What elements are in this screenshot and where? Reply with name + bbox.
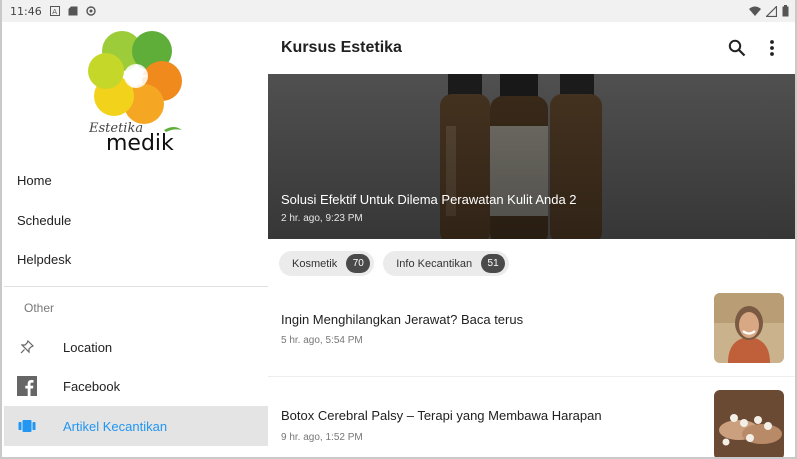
drawer-item-schedule[interactable]: Schedule	[4, 200, 268, 240]
status-right	[749, 5, 789, 17]
featured-meta: 2 hr. ago, 9:23 PM	[281, 213, 363, 224]
chip-kosmetik[interactable]: Kosmetik 70	[279, 251, 375, 276]
article-meta: 9 hr. ago, 1:52 PM	[281, 432, 363, 443]
svg-text:A: A	[52, 8, 57, 16]
category-chips: Kosmetik 70 Info Kecantikan 51	[279, 251, 510, 276]
pin-icon	[17, 337, 37, 357]
chip-info-kecantikan[interactable]: Info Kecantikan 51	[383, 251, 510, 276]
chip-label: Kosmetik	[292, 257, 338, 270]
drawer-section-label: Other	[24, 301, 55, 315]
status-time: 11:46	[10, 4, 42, 18]
article-title: Ingin Menghilangkan Jerawat? Baca terus	[281, 312, 524, 327]
app-window: 11:46 A Estetika medik Home Schedule Hel…	[0, 0, 797, 459]
drawer-item-label: Artikel Kecantikan	[63, 418, 168, 434]
article-thumbnail	[714, 390, 784, 457]
battery-icon	[782, 5, 789, 17]
wifi-icon	[749, 6, 761, 16]
drawer-item-label: Home	[17, 172, 52, 188]
sync-icon	[86, 6, 96, 16]
article-icon	[17, 416, 37, 436]
article-item[interactable]: Ingin Menghilangkan Jerawat? Baca terus …	[268, 290, 795, 376]
featured-title: Solusi Efektif Untuk Dilema Perawatan Ku…	[281, 192, 577, 207]
drawer-item-home[interactable]: Home	[4, 160, 268, 200]
article-title: Botox Cerebral Palsy – Terapi yang Memba…	[281, 408, 602, 423]
chip-count: 51	[481, 254, 506, 273]
sd-card-icon	[68, 6, 78, 16]
main-content: Kursus Estetika Solusi Efektif Untuk Dil…	[268, 22, 795, 457]
list-divider	[268, 376, 795, 377]
drawer-item-artikel-kecantikan[interactable]: Artikel Kecantikan	[4, 406, 268, 446]
drawer-divider	[4, 286, 268, 287]
search-icon[interactable]	[725, 36, 749, 60]
app-bar: Kursus Estetika	[268, 22, 795, 74]
drawer-item-facebook[interactable]: Facebook	[4, 366, 268, 406]
drawer-item-label: Location	[63, 339, 113, 355]
status-bar: 11:46 A	[2, 0, 795, 22]
article-thumbnail	[714, 293, 784, 363]
article-item[interactable]: Botox Cerebral Palsy – Terapi yang Memba…	[268, 386, 795, 457]
drawer-item-helpdesk[interactable]: Helpdesk	[4, 239, 268, 279]
drawer-item-location[interactable]: Location	[4, 327, 268, 367]
article-meta: 5 hr. ago, 5:54 PM	[281, 335, 363, 346]
featured-article[interactable]: Solusi Efektif Untuk Dilema Perawatan Ku…	[268, 74, 795, 239]
svg-text:medik: medik	[106, 131, 174, 154]
more-vert-icon[interactable]	[760, 36, 784, 60]
drawer-item-label: Facebook	[63, 378, 121, 394]
drawer-item-label: Schedule	[17, 212, 72, 228]
notification-a-icon: A	[49, 6, 60, 16]
page-title: Kursus Estetika	[281, 39, 402, 56]
facebook-icon	[17, 376, 37, 396]
drawer-item-label: Helpdesk	[17, 251, 72, 267]
navigation-drawer: Estetika medik Home Schedule Helpdesk Ot…	[4, 22, 268, 457]
signal-icon	[766, 5, 777, 17]
chip-count: 70	[346, 254, 371, 273]
estetika-medik-logo: Estetika medik	[88, 31, 182, 154]
chip-label: Info Kecantikan	[396, 257, 473, 270]
